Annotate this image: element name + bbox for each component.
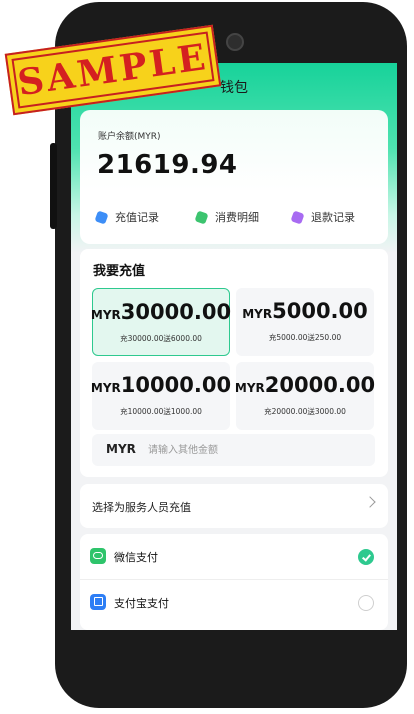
payment-option-alipay[interactable]: 支付宝支付 (80, 580, 388, 626)
consumption-detail-label: 消费明细 (215, 211, 259, 224)
option-bonus: 充10000.00送1000.00 (120, 407, 202, 416)
bottom-bezel (71, 630, 397, 641)
refund-record-icon (290, 209, 305, 225)
balance-card: 账户余额(MYR) 21619.94 充值记录 消费明细 退款记录 (80, 110, 388, 244)
recharge-record-label: 充值记录 (115, 211, 159, 224)
recharge-option-30000[interactable]: MYR30000.00 充30000.00送6000.00 (91, 288, 231, 356)
recharge-record-icon (94, 209, 109, 225)
option-amount: MYR20000.00 (234, 373, 376, 397)
app-screen: 钱包 账户余额(MYR) 21619.94 充值记录 消费明细 退款记录 我要充… (71, 63, 397, 641)
payment-methods-card: 微信支付 支付宝支付 (80, 534, 388, 630)
refund-record-label: 退款记录 (311, 211, 355, 224)
balance-value: 21619.94 (97, 150, 238, 180)
option-amount: MYR5000.00 (242, 299, 368, 323)
recharge-option-20000[interactable]: MYR20000.00 充20000.00送3000.00 (235, 362, 375, 430)
refund-record-link[interactable]: 退款记录 (290, 209, 355, 225)
alipay-icon (90, 594, 106, 610)
custom-currency-label: MYR (106, 442, 136, 456)
recharge-option-10000[interactable]: MYR10000.00 充10000.00送1000.00 (91, 362, 231, 430)
recharge-card: 我要充值 MYR30000.00 充30000.00送6000.00 MYR50… (80, 249, 388, 477)
recharge-option-5000[interactable]: MYR5000.00 充5000.00送250.00 (236, 288, 374, 356)
staff-recharge-label: 选择为服务人员充值 (92, 501, 191, 514)
radio-checked-icon[interactable] (358, 549, 374, 565)
option-amount: MYR10000.00 (90, 373, 232, 397)
recharge-section-title: 我要充值 (93, 264, 146, 279)
consumption-detail-icon (194, 209, 209, 225)
payment-label: 支付宝支付 (114, 597, 169, 610)
consumption-detail-link[interactable]: 消费明细 (194, 209, 259, 225)
chevron-right-icon (364, 496, 376, 508)
radio-unchecked-icon[interactable] (358, 595, 374, 611)
payment-option-wechat[interactable]: 微信支付 (80, 534, 388, 580)
balance-label: 账户余额(MYR) (98, 132, 161, 142)
option-bonus: 充5000.00送250.00 (268, 333, 342, 342)
option-bonus: 充20000.00送3000.00 (264, 407, 346, 416)
phone-side-button (50, 143, 57, 229)
custom-amount-field: MYR (92, 434, 375, 466)
custom-amount-input[interactable] (148, 440, 363, 460)
payment-label: 微信支付 (114, 551, 158, 564)
front-camera (226, 33, 244, 51)
recharge-record-link[interactable]: 充值记录 (94, 209, 159, 225)
staff-recharge-row[interactable]: 选择为服务人员充值 (80, 484, 388, 528)
option-amount: MYR30000.00 (90, 300, 232, 324)
option-bonus: 充30000.00送6000.00 (120, 334, 202, 343)
wechat-pay-icon (90, 548, 106, 564)
